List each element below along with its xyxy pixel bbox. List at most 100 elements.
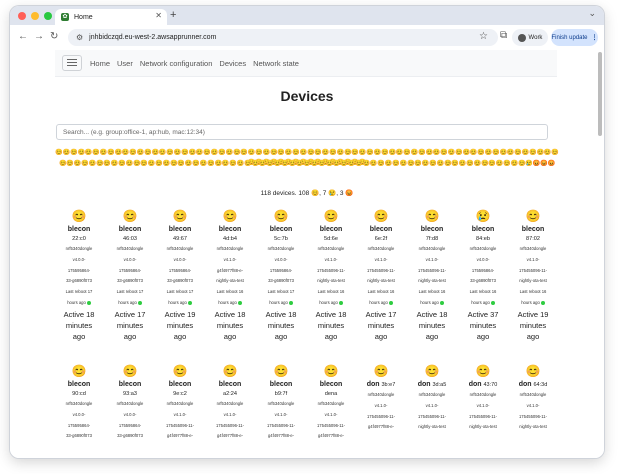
device-card[interactable]: 😊 blecon 7f:d8 nrf5340dongle v4.1.0- 17545509… (409, 208, 455, 342)
tab-close-icon[interactable]: ✕ (155, 11, 162, 20)
device-card[interactable]: 😊 blecon 87:02 nrf5340dongle v4.1.0- 17545509… (510, 208, 556, 342)
device-name: blecon (521, 226, 545, 233)
site-favicon-icon: ✿ (61, 13, 69, 21)
device-card[interactable]: 😊 blecon 22:c0 nrf5340dongle v4.0.0- 17559586… (56, 208, 102, 342)
device-build: 175455096-11- (518, 413, 548, 419)
device-model: nrf5340dongle (166, 246, 194, 251)
device-active-time: Active 18 (265, 309, 297, 319)
back-arrow-icon[interactable]: ← (18, 31, 28, 42)
site-navbar: Home User Network configuration Devices … (55, 50, 557, 77)
device-card[interactable]: 😊 don 64:3d nrf5340dongle v4.1.0- 175455096-… (510, 363, 556, 433)
device-name: blecon (168, 226, 192, 233)
nav-link-home[interactable]: Home (90, 59, 110, 68)
device-last-reboot: Last reboot 16 (418, 289, 446, 295)
device-mac: 3b:e7 (381, 382, 396, 388)
device-reboot-ago: hours ago (269, 299, 288, 305)
hamburger-menu-button[interactable] (62, 55, 82, 71)
device-status-emoji: 😊 (424, 364, 440, 378)
nav-link-devices[interactable]: Devices (219, 59, 246, 68)
device-card[interactable]: 😊 blecon 6e:2f nrf5340dongle v4.1.0- 17545509… (358, 208, 404, 342)
device-card[interactable]: 😊 blecon 49:67 nrf5340dongle v4.0.0- 17559586… (157, 208, 203, 342)
device-card[interactable]: 😊 blecon 5d:6e nrf5340dongle v4.1.0- 17545509… (308, 208, 354, 342)
device-status-emoji: 😊 (323, 209, 339, 223)
device-name-line: blecon (258, 225, 304, 235)
device-model: nrf5340dongle (166, 401, 194, 406)
device-mac: 5d:6e (324, 236, 338, 242)
device-build: g4f4977f88-e- (216, 267, 244, 273)
device-active-ago: ago (173, 331, 187, 341)
minimize-window-button[interactable] (31, 12, 39, 20)
device-reboot-ago: hours ago (319, 299, 338, 305)
finish-update-button[interactable]: Finish update ⋮ (551, 29, 598, 46)
device-card[interactable]: 😊 blecon b9:7f nrf5340dongle v4.1.0- 17545509… (258, 363, 304, 442)
device-status-emoji: 😊 (373, 364, 389, 378)
device-name: blecon (67, 226, 91, 233)
extensions-icon[interactable]: ⧉ (500, 30, 507, 41)
device-name-line: blecon (308, 380, 354, 390)
device-card[interactable]: 😊 blecon 5c:7b nrf5340dongle v4.0.0- 17559586… (258, 208, 304, 342)
address-bar[interactable]: ⚙ jnhbidczqd.eu-west-2.awsapprunner.com … (68, 29, 498, 46)
device-card[interactable]: 😊 blecon 90:cd nrf5340dongle v4.0.0- 17559586… (56, 363, 102, 442)
device-hash: 33-g6890f073 (268, 278, 294, 284)
device-status-emoji: 😊 (222, 364, 238, 378)
device-model: nrf5340dongle (469, 246, 497, 251)
search-input[interactable]: Search... (e.g. group:office-1, ap:hub, … (56, 124, 548, 140)
tab-title: Home (74, 13, 93, 21)
reload-icon[interactable]: ↻ (50, 31, 58, 42)
device-reboot-ago-line: hours ago (308, 298, 354, 309)
nav-link-network-configuration[interactable]: Network configuration (140, 59, 213, 68)
device-hash: nightly-ota-test (418, 424, 446, 430)
device-version: v4.0.0- (274, 256, 288, 262)
device-active-unit: minutes (65, 320, 93, 330)
device-name: blecon (420, 226, 444, 233)
device-hash: 33-g6890f073 (66, 433, 92, 439)
device-model: nrf5340dongle (65, 401, 93, 406)
device-version: v4.1.0- (223, 256, 237, 262)
new-tab-plus-icon[interactable]: + (170, 9, 176, 21)
device-name-line: don 64:3d (510, 380, 556, 390)
device-card[interactable]: 😊 blecon 46:03 nrf5340dongle v4.0.0- 17559586… (107, 208, 153, 342)
device-card[interactable]: 😊 blecon 4d:b4 nrf5340dongle v4.1.0- g4f4977f… (207, 208, 253, 342)
device-card[interactable]: 😊 blecon dena nrf5340dongle v4.1.0- 175455096… (308, 363, 354, 442)
device-card[interactable]: 😊 blecon 9e:c2 nrf5340dongle v4.1.0- 17545509… (157, 363, 203, 442)
device-name: blecon (319, 226, 343, 233)
device-mac: b9:7f (274, 391, 288, 397)
device-reboot-ago-line: hours ago (258, 298, 304, 309)
device-card[interactable]: 😊 don 3b:e7 nrf5340dongle v4.1.0- 175455096-… (358, 363, 404, 433)
device-card[interactable]: 😊 blecon a2:24 nrf5340dongle v4.1.0- 17545509… (207, 363, 253, 442)
nav-link-network-state[interactable]: Network state (253, 59, 299, 68)
zoom-window-button[interactable] (44, 12, 52, 20)
profile-button[interactable]: Work (512, 29, 548, 46)
device-status-emoji: 😊 (525, 364, 541, 378)
device-version: v4.1.0- (223, 411, 237, 417)
device-card[interactable]: 😊 don 43:70 nrf5340dongle v4.1.0- 175455096-… (460, 363, 506, 433)
device-reboot-ago: hours ago (420, 299, 439, 305)
device-name-line: blecon (207, 225, 253, 235)
nav-link-user[interactable]: User (117, 59, 133, 68)
device-card[interactable]: 😊 don 3d:a5 nrf5340dongle v4.1.0- 175455096-… (409, 363, 455, 433)
bookmark-star-icon[interactable]: ☆ (479, 31, 488, 42)
close-window-button[interactable] (18, 12, 26, 20)
device-summary: 118 devices. 108 😊, 7 😢, 3 😡 (260, 190, 354, 197)
device-name: blecon (218, 381, 242, 388)
site-settings-icon[interactable]: ⚙ (76, 33, 83, 42)
device-last-reboot: Last reboot 16 (216, 289, 244, 295)
device-hash: nightly-ota-test (519, 424, 547, 430)
device-active-unit: minutes (367, 320, 395, 330)
browser-toolbar: ← → ↻ ⚙ jnhbidczqd.eu-west-2.awsapprunne… (10, 25, 604, 51)
device-active-unit: minutes (216, 320, 244, 330)
device-reboot-ago: hours ago (521, 299, 540, 305)
device-active-unit: minutes (469, 320, 497, 330)
device-name: blecon (67, 381, 91, 388)
device-hash: g4f4977f88-e- (267, 433, 295, 439)
device-mac: 9e:c2 (173, 391, 187, 397)
forward-arrow-icon[interactable]: → (34, 31, 44, 42)
device-mac: 46:03 (123, 236, 137, 242)
online-indicator-icon (490, 300, 495, 305)
device-name-line: blecon (358, 225, 404, 235)
device-card[interactable]: 😊 blecon 93:a3 nrf5340dongle v4.0.0- 17559586… (107, 363, 153, 442)
browser-tab[interactable]: ✿ Home ✕ (55, 9, 167, 25)
tab-search-chevron-icon[interactable]: ⌄ (588, 8, 596, 19)
device-card[interactable]: 😢 blecon 84:eb nrf5340dongle v4.0.0- 17559586… (460, 208, 506, 342)
device-active-time: Active 18 (63, 309, 95, 319)
